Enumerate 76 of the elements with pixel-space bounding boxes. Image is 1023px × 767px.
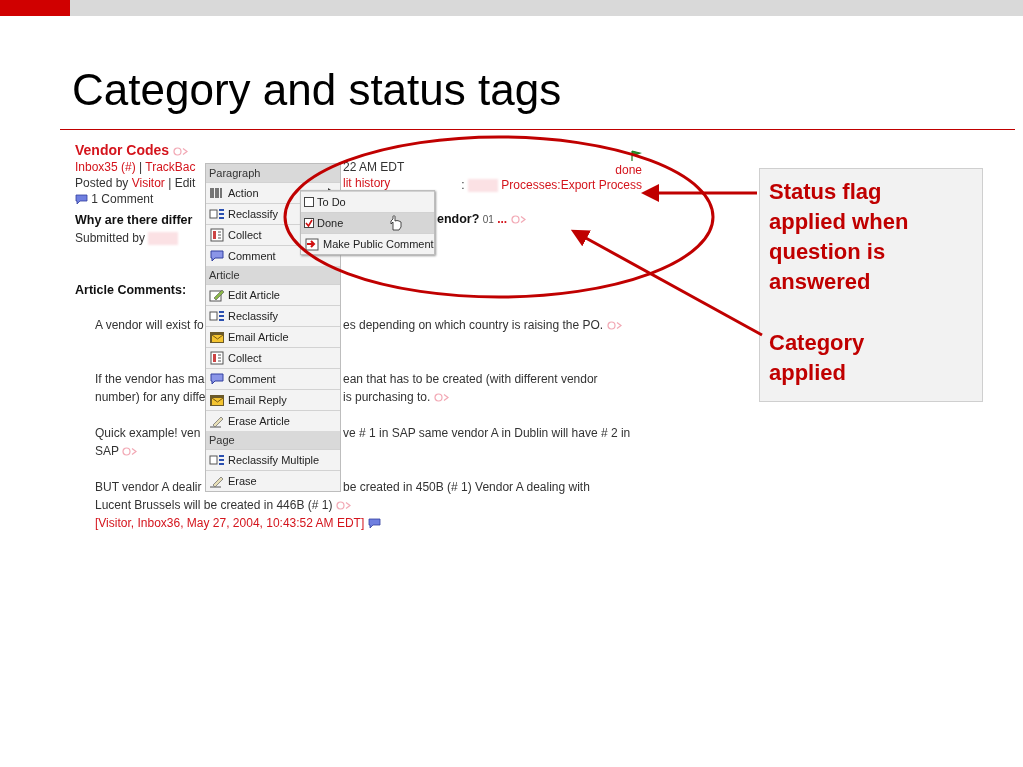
speech-bubble-icon [209, 249, 225, 263]
text: BUT vendor A dealir [95, 480, 202, 494]
speech-bubble-icon [75, 194, 88, 206]
bars-icon [209, 186, 225, 200]
text: ve # 1 in SAP same vendor A in Dublin will have # 2 in [343, 426, 631, 440]
tag-icon [433, 393, 450, 403]
callout-text: Status flag applied when question is answered [769, 178, 910, 296]
tag-icon [335, 501, 352, 511]
menu-section-header: Paragraph [206, 164, 340, 182]
link[interactable]: Processes:Export Process [501, 178, 642, 192]
text: If the vendor has ma [95, 372, 205, 386]
speech-bubble-icon [367, 518, 381, 530]
text: endor? [437, 212, 480, 226]
text: Submitted by [75, 231, 146, 245]
menu-item[interactable]: Reclassify Multiple [206, 449, 340, 470]
tag-icon [122, 447, 139, 457]
check-icon [305, 219, 313, 227]
link[interactable]: [Visitor, Inbox36, May 27, 2004, 10:43:52 AM EDT] [95, 516, 365, 530]
menu-item[interactable]: Make Public Comment [301, 233, 434, 254]
menu-section-header: Page [206, 431, 340, 449]
text: is purchasing to. [343, 390, 431, 404]
link[interactable]: TrackBac [145, 160, 196, 174]
text: SAP [95, 444, 119, 458]
menu-item[interactable]: Done [301, 212, 434, 233]
text: Article Comments: [75, 283, 187, 297]
menu-item[interactable]: Edit Article [206, 284, 340, 305]
text: ean that has to be created (with different vendor [343, 372, 598, 386]
tag-icon [173, 146, 190, 156]
tag-icon [606, 321, 623, 331]
menu-item[interactable]: Email Reply [206, 389, 340, 410]
envelope-icon [209, 393, 225, 407]
text: Lucent Brussels will be created in 446B (# 1) [95, 498, 333, 512]
text: | [139, 160, 143, 174]
menu-item[interactable]: Comment [206, 368, 340, 389]
menu-item[interactable]: Email Article [206, 326, 340, 347]
checkbox[interactable] [304, 218, 314, 228]
list-icon [209, 453, 225, 467]
text: number) for any diffe [95, 390, 206, 404]
text: 1 Comment [91, 192, 154, 206]
slide-title: Category and status tags [71, 64, 563, 116]
menu-item[interactable]: Erase [206, 470, 340, 491]
text: 22 AM EDT [343, 160, 405, 174]
list-icon [209, 309, 225, 323]
text: 01 [482, 214, 494, 225]
link[interactable]: ... [497, 212, 508, 226]
pencil-icon [209, 288, 225, 302]
text: Quick example! ven [95, 426, 201, 440]
text: A vendor will exist fo [95, 318, 204, 332]
menu-item[interactable]: Collect [206, 347, 340, 368]
link[interactable]: Visitor [131, 176, 165, 190]
pencil-icon [209, 414, 225, 428]
document-icon [209, 228, 225, 242]
flag-icon [630, 149, 642, 162]
menu-item[interactable]: Reclassify [206, 305, 340, 326]
menu-section-header: Article [206, 266, 340, 284]
speech-bubble-icon [209, 372, 225, 386]
text: : [461, 178, 465, 192]
text: be created in 450B (# 1) Vendor A dealing with [343, 480, 590, 494]
link[interactable]: done [615, 163, 642, 177]
link[interactable]: Inbox35 (#) [75, 160, 136, 174]
redacted-patch [467, 179, 498, 193]
text: Posted by [75, 176, 129, 190]
redacted-patch [148, 232, 179, 246]
list-icon [209, 207, 225, 221]
document-icon [209, 351, 225, 365]
text: es depending on which country is raising the PO. [343, 318, 604, 332]
tag-icon [510, 215, 527, 225]
text: | Edit [168, 176, 196, 190]
checkbox[interactable] [304, 197, 314, 207]
text: Why are there differ [75, 212, 193, 227]
callout-text: Category applied [769, 329, 866, 387]
envelope-icon [209, 330, 225, 344]
link[interactable]: Vendor Codes [75, 142, 170, 158]
link[interactable]: lit history [343, 176, 391, 190]
pencil-icon [209, 474, 225, 488]
hand-cursor-icon [389, 215, 403, 231]
